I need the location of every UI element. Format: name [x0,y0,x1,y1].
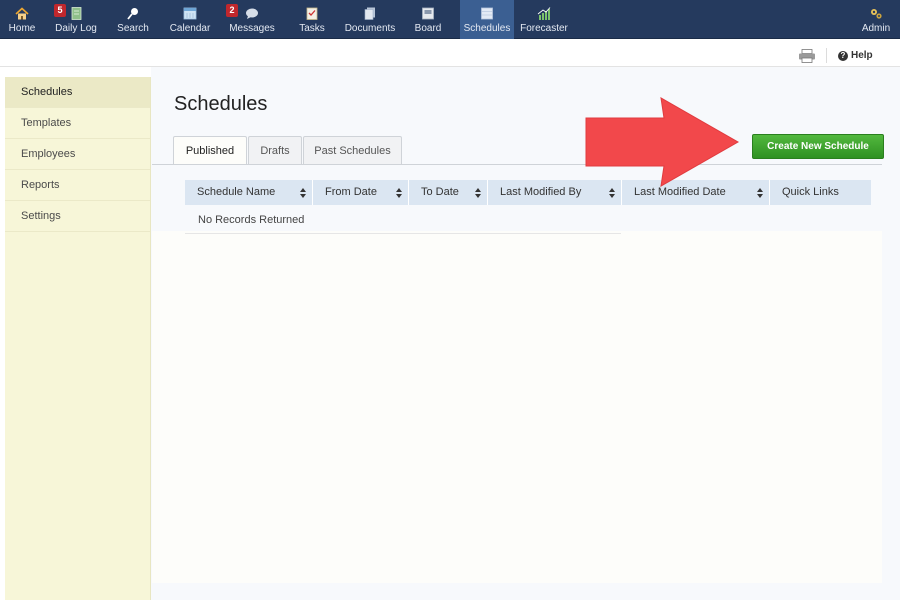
column-label: From Date [325,186,377,198]
top-nav-bar: Home 5 Daily Log Search Calendar 2 Messa… [0,0,900,39]
help-icon: ? [838,50,848,61]
calendar-icon [183,7,197,20]
nav-search[interactable]: Search [114,0,152,39]
column-header-from-date[interactable]: From Date [313,180,409,205]
tab-published[interactable]: Published [173,136,247,165]
sort-icon [300,188,306,198]
sidebar-item-settings[interactable]: Settings [5,201,150,232]
column-label: To Date [421,186,459,198]
help-label: Help [851,50,873,61]
admin-icon [871,9,882,19]
sidebar: Schedules Templates Employees Reports Se… [5,77,151,600]
nav-label-admin: Admin [861,23,891,34]
column-header-quick-links: Quick Links [770,180,871,205]
nav-daily-log[interactable]: 5 Daily Log [54,0,98,39]
help-button[interactable]: ? Help [838,50,873,61]
create-new-schedule-button[interactable]: Create New Schedule [752,134,884,159]
sidebar-item-schedules[interactable]: Schedules [5,77,150,108]
nav-schedules[interactable]: Schedules [460,0,514,39]
schedules-icon [481,7,493,20]
nav-label-forecaster: Forecaster [520,23,568,34]
tasks-icon [306,7,318,20]
empty-table-message: No Records Returned [185,206,621,234]
toolbar: ? Help [0,40,900,67]
column-label: Schedule Name [197,186,276,198]
forecaster-icon [537,7,551,20]
annotation-arrow-icon [585,97,740,187]
nav-label-tasks: Tasks [299,23,325,34]
page-title: Schedules [174,93,268,115]
nav-label-search: Search [117,23,149,34]
nav-label-calendar: Calendar [169,23,211,34]
nav-label-daily-log: Daily Log [55,23,97,34]
documents-icon [364,7,375,20]
table-header: Schedule Name From Date To Date Last Mod… [185,180,871,205]
tab-underline [152,164,882,165]
sidebar-item-reports[interactable]: Reports [5,170,150,201]
messages-icon [246,8,258,19]
nav-admin[interactable]: Admin [858,0,894,39]
column-label: Quick Links [782,186,839,198]
daily-log-badge: 5 [54,4,66,17]
sort-icon [757,188,763,198]
content-panel [152,231,882,583]
board-icon [422,7,434,20]
search-icon [127,8,138,20]
column-label: Last Modified By [500,186,582,198]
nav-documents[interactable]: Documents [344,0,396,39]
nav-tasks[interactable]: Tasks [296,0,328,39]
nav-calendar[interactable]: Calendar [168,0,212,39]
nav-home[interactable]: Home [4,0,40,39]
nav-messages[interactable]: 2 Messages [226,0,278,39]
nav-label-board: Board [414,23,442,34]
nav-board[interactable]: Board [412,0,444,39]
sort-icon [475,188,481,198]
daily-log-icon [71,7,82,20]
column-header-to-date[interactable]: To Date [409,180,488,205]
home-icon [15,7,29,20]
messages-badge: 2 [226,4,238,17]
sidebar-item-templates[interactable]: Templates [5,108,150,139]
nav-label-schedules: Schedules [463,23,511,34]
column-header-schedule-name[interactable]: Schedule Name [185,180,313,205]
nav-label-documents: Documents [344,23,396,34]
print-icon[interactable] [798,49,816,63]
nav-label-home: Home [8,23,36,34]
nav-label-messages: Messages [229,23,275,34]
toolbar-divider [826,48,827,63]
sidebar-item-employees[interactable]: Employees [5,139,150,170]
tab-past-schedules[interactable]: Past Schedules [303,136,402,164]
sort-icon [396,188,402,198]
nav-forecaster[interactable]: Forecaster [520,0,568,39]
tab-drafts[interactable]: Drafts [248,136,302,164]
